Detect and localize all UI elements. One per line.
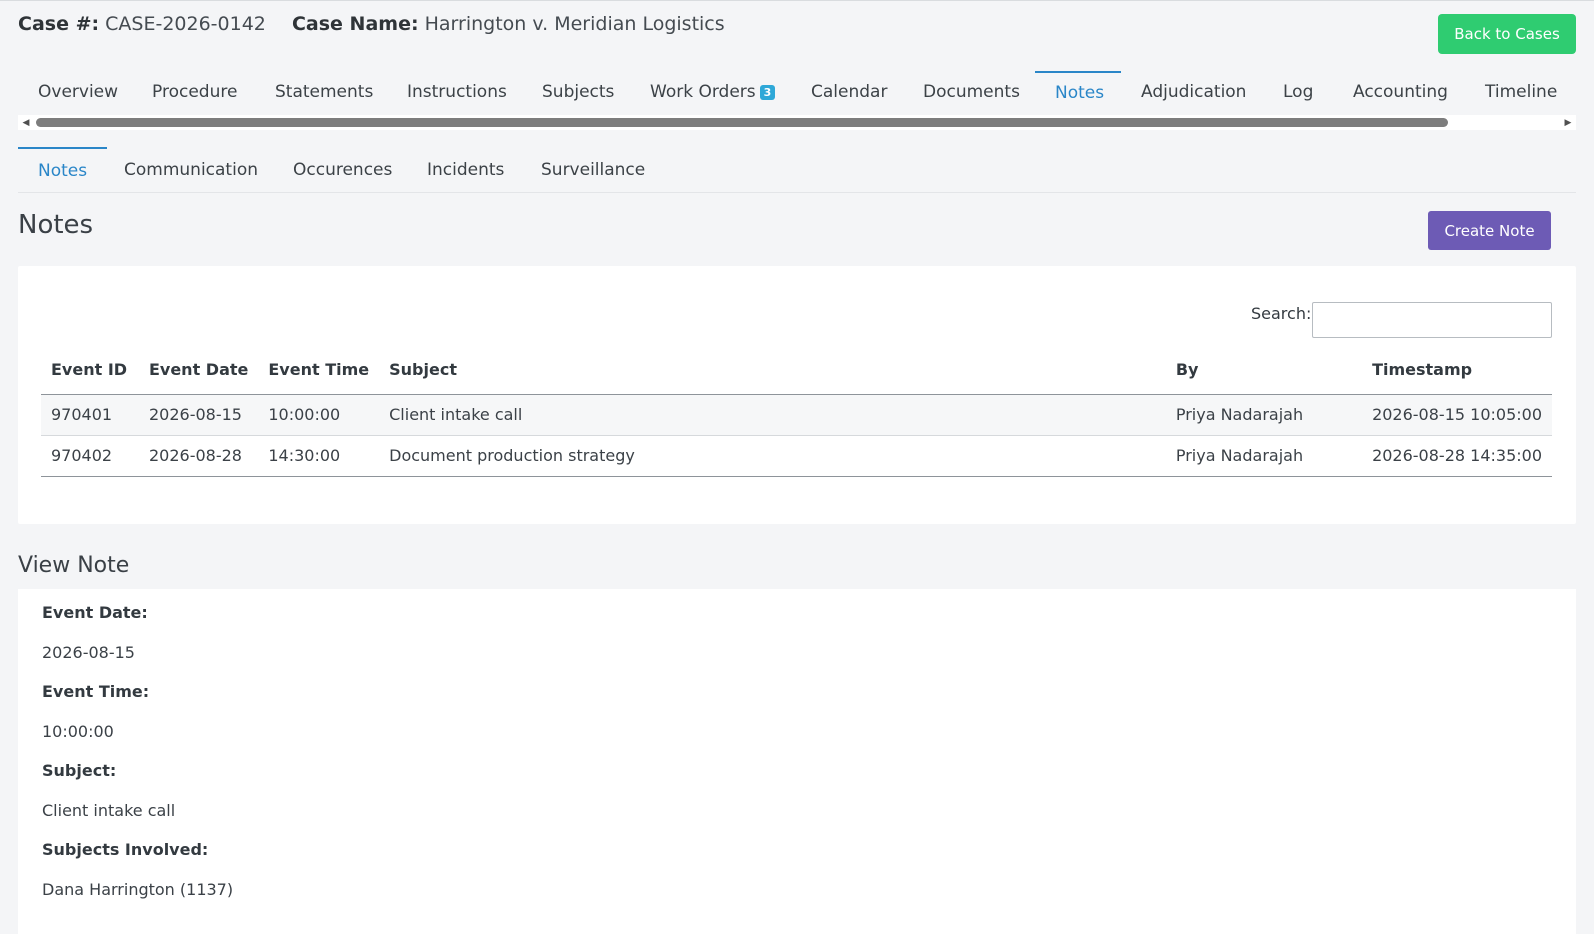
tab-overview[interactable]: Overview: [18, 71, 138, 113]
tab-documents[interactable]: Documents: [903, 71, 1040, 113]
column-header-event-time[interactable]: Event Time: [258, 346, 380, 395]
tab-adjudication[interactable]: Adjudication: [1121, 71, 1266, 113]
column-header-event-date[interactable]: Event Date: [138, 346, 259, 395]
table-row[interactable]: 970402 2026-08-28 14:30:00 Document prod…: [41, 435, 1552, 477]
column-header-by[interactable]: By: [1165, 346, 1363, 395]
subtab-surveillance[interactable]: Surveillance: [521, 147, 665, 192]
notes-table: Event ID Event Date Event Time Subject B…: [41, 346, 1552, 477]
cell-by: Priya Nadarajah: [1165, 394, 1363, 436]
tab-subjects[interactable]: Subjects: [522, 71, 634, 113]
cell-subject: Client intake call: [379, 394, 1166, 436]
create-note-button[interactable]: Create Note: [1428, 211, 1551, 250]
event-time-value: 10:00:00: [42, 722, 114, 741]
cell-event-date: 2026-08-28: [138, 435, 259, 477]
column-header-subject[interactable]: Subject: [379, 346, 1166, 395]
cell-by: Priya Nadarajah: [1165, 435, 1363, 477]
case-header: Case #: CASE-2026-0142 Case Name: Harrin…: [18, 13, 725, 35]
notes-section-title: Notes: [18, 210, 94, 240]
subtab-notes[interactable]: Notes: [18, 147, 108, 192]
tabs-scrollbar[interactable]: ◀ ▶: [18, 115, 1576, 130]
cell-event-id: 970401: [41, 394, 139, 436]
subtab-communication[interactable]: Communication: [104, 147, 278, 192]
subtab-incidents[interactable]: Incidents: [407, 147, 524, 192]
subjects-involved-label: Subjects Involved:: [42, 840, 209, 859]
work-orders-count-badge: 3: [759, 84, 776, 100]
event-date-label: Event Date:: [42, 603, 148, 622]
view-note-card: Event Date: 2026-08-15 Event Time: 10:00…: [18, 589, 1576, 934]
cell-timestamp: 2026-08-15 10:05:00: [1362, 394, 1552, 436]
tab-statements[interactable]: Statements: [255, 71, 393, 113]
scroll-right-arrow-icon[interactable]: ▶: [1560, 115, 1576, 130]
tab-instructions[interactable]: Instructions: [387, 71, 527, 113]
case-name: Harrington v. Meridian Logistics: [424, 13, 725, 35]
scrollbar-thumb[interactable]: [36, 118, 1448, 127]
subtab-occurences[interactable]: Occurences: [273, 147, 412, 192]
case-number: CASE-2026-0142: [105, 13, 266, 35]
cell-event-date: 2026-08-15: [138, 394, 259, 436]
case-number-label: Case #:: [18, 13, 100, 35]
tab-work-orders[interactable]: Work Orders 3: [630, 71, 795, 113]
cell-event-id: 970402: [41, 435, 139, 477]
tab-calendar[interactable]: Calendar: [791, 71, 907, 113]
event-date-value: 2026-08-15: [42, 643, 135, 662]
search-input[interactable]: [1312, 302, 1552, 338]
cell-subject: Document production strategy: [379, 435, 1166, 477]
table-header-row: Event ID Event Date Event Time Subject B…: [41, 346, 1552, 395]
notes-subtabs: Notes Communication Occurences Incidents…: [18, 147, 1576, 193]
tab-accounting[interactable]: Accounting: [1333, 71, 1468, 113]
column-header-event-id[interactable]: Event ID: [41, 346, 139, 395]
scroll-left-arrow-icon[interactable]: ◀: [18, 115, 34, 130]
subjects-involved-value: Dana Harrington (1137): [42, 880, 234, 899]
cell-event-time: 14:30:00: [258, 435, 380, 477]
subject-label: Subject:: [42, 761, 117, 780]
view-note-title: View Note: [18, 553, 130, 578]
case-tabs: Overview Procedure Statements Instructio…: [18, 71, 1576, 113]
case-name-label: Case Name:: [291, 13, 419, 35]
tab-timeline[interactable]: Timeline: [1465, 71, 1576, 113]
column-header-timestamp[interactable]: Timestamp: [1362, 346, 1552, 395]
cell-event-time: 10:00:00: [258, 394, 380, 436]
tab-log[interactable]: Log: [1263, 71, 1333, 113]
subject-value: Client intake call: [42, 801, 176, 820]
cell-timestamp: 2026-08-28 14:35:00: [1362, 435, 1552, 477]
event-time-label: Event Time:: [42, 682, 150, 701]
tab-procedure[interactable]: Procedure: [132, 71, 257, 113]
back-to-cases-button[interactable]: Back to Cases: [1438, 14, 1576, 54]
tab-notes[interactable]: Notes: [1035, 71, 1121, 113]
search-label: Search:: [1251, 304, 1312, 323]
table-row[interactable]: 970401 2026-08-15 10:00:00 Client intake…: [41, 394, 1552, 436]
notes-table-card: Search: Event ID Event Date Event Time S…: [18, 266, 1576, 524]
